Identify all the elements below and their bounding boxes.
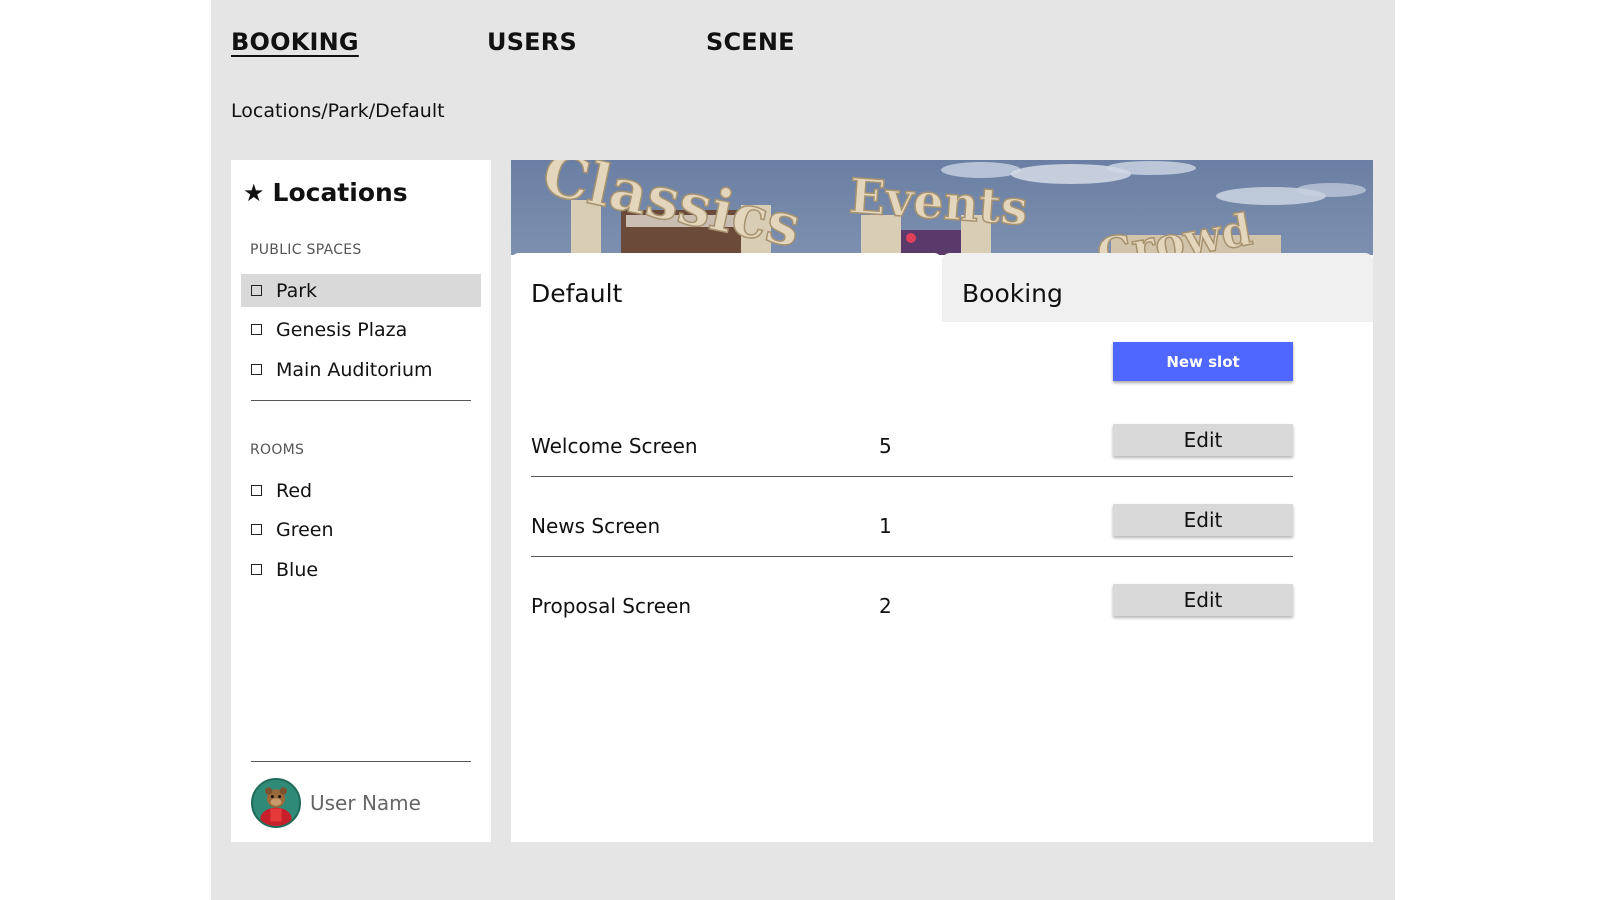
- row-count: 1: [879, 514, 892, 538]
- checkbox-icon: [251, 285, 262, 296]
- nav-tab-users[interactable]: USERS: [487, 28, 577, 56]
- row-count: 5: [879, 434, 892, 458]
- new-slot-button[interactable]: New slot: [1113, 342, 1293, 381]
- location-banner-image: Classics Events Crowd: [511, 160, 1373, 255]
- row-name: News Screen: [531, 514, 661, 538]
- sidebar-item-label: Red: [276, 479, 313, 502]
- avatar-character-icon: [253, 780, 299, 826]
- tab-booking[interactable]: Booking: [942, 253, 1373, 322]
- section-heading-rooms: ROOMS: [250, 442, 305, 458]
- star-icon: ★: [243, 178, 265, 207]
- edit-button[interactable]: Edit: [1113, 504, 1293, 536]
- edit-button[interactable]: Edit: [1113, 424, 1293, 456]
- sidebar-item-label: Genesis Plaza: [276, 318, 408, 341]
- nav-tab-booking[interactable]: BOOKING: [231, 28, 359, 56]
- row-name: Proposal Screen: [531, 594, 692, 618]
- checkbox-icon: [251, 485, 262, 496]
- app-frame: BOOKING USERS SCENE Locations/Park/Defau…: [211, 0, 1395, 900]
- row-name: Welcome Screen: [531, 434, 698, 458]
- main-panel: Classics Events Crowd Default Booking Ne…: [511, 160, 1373, 842]
- tab-default[interactable]: Default: [511, 253, 942, 322]
- checkbox-icon: [251, 364, 262, 375]
- sidebar-item-genesis-plaza[interactable]: Genesis Plaza: [241, 313, 481, 346]
- sidebar-item-label: Park: [276, 279, 318, 302]
- sidebar-divider: [251, 761, 471, 762]
- sidebar-item-green[interactable]: Green: [241, 513, 481, 546]
- checkbox-icon: [251, 524, 262, 535]
- edit-button[interactable]: Edit: [1113, 584, 1293, 616]
- table-row: Welcome Screen 5 Edit: [531, 412, 1293, 492]
- row-divider: [531, 476, 1293, 477]
- checkbox-icon: [251, 564, 262, 575]
- sidebar-item-red[interactable]: Red: [241, 474, 481, 507]
- sidebar-item-label: Main Auditorium: [276, 358, 433, 381]
- user-profile[interactable]: User Name: [251, 778, 421, 828]
- sidebar-divider: [251, 400, 471, 401]
- row-count: 2: [879, 594, 892, 618]
- sidebar-item-label: Green: [276, 518, 334, 541]
- sidebar-item-main-auditorium[interactable]: Main Auditorium: [241, 353, 481, 386]
- sidebar-item-blue[interactable]: Blue: [241, 553, 481, 586]
- table-row: Proposal Screen 2 Edit: [531, 572, 1293, 652]
- checkbox-icon: [251, 324, 262, 335]
- content-tabs: Default Booking: [511, 253, 1373, 322]
- breadcrumb: Locations/Park/Default: [231, 100, 445, 122]
- avatar[interactable]: [251, 778, 301, 828]
- locations-sidebar: ★ Locations PUBLIC SPACES Park Genesis P…: [231, 160, 491, 842]
- table-row: News Screen 1 Edit: [531, 492, 1293, 572]
- nav-tab-scene[interactable]: SCENE: [706, 28, 795, 56]
- row-divider: [531, 556, 1293, 557]
- sidebar-title-label: Locations: [272, 178, 408, 207]
- sidebar-title: ★ Locations: [243, 178, 408, 207]
- section-heading-public-spaces: PUBLIC SPACES: [250, 242, 362, 258]
- sidebar-item-label: Blue: [276, 558, 319, 581]
- sidebar-item-park[interactable]: Park: [241, 274, 481, 307]
- user-name: User Name: [310, 791, 421, 815]
